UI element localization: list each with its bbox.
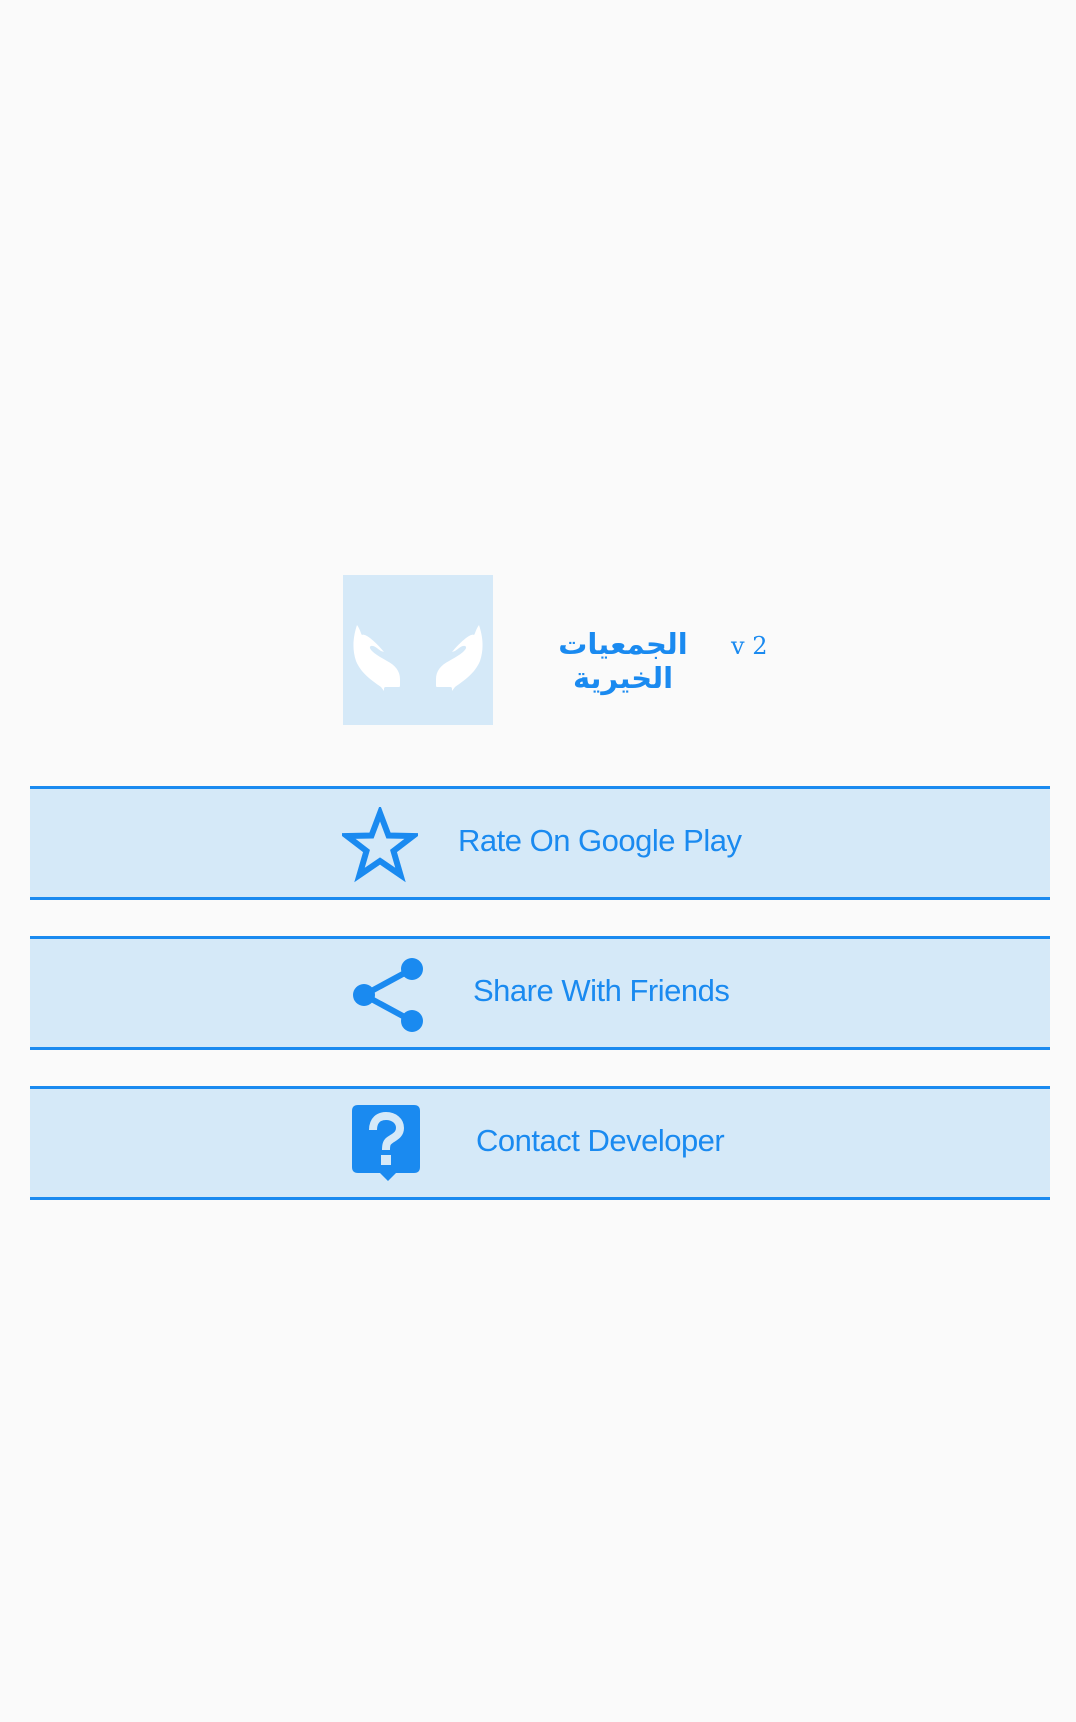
share-with-friends-button[interactable]: Share With Friends xyxy=(30,936,1050,1050)
contact-developer-button[interactable]: Contact Developer xyxy=(30,1086,1050,1200)
rate-on-google-play-button[interactable]: Rate On Google Play xyxy=(30,786,1050,900)
app-header: الجمعيات الخيرية v 2 xyxy=(343,575,773,725)
app-logo xyxy=(343,575,493,725)
star-outline-icon xyxy=(342,807,418,883)
app-name: الجمعيات الخيرية xyxy=(558,627,688,695)
app-version: v 2 xyxy=(731,632,768,660)
share-button-label: Share With Friends xyxy=(473,973,730,1008)
contact-button-label: Contact Developer xyxy=(476,1123,725,1158)
open-hands-icon xyxy=(353,625,483,691)
share-icon xyxy=(353,958,423,1032)
help-question-icon xyxy=(352,1105,420,1181)
rate-button-label: Rate On Google Play xyxy=(458,823,742,858)
